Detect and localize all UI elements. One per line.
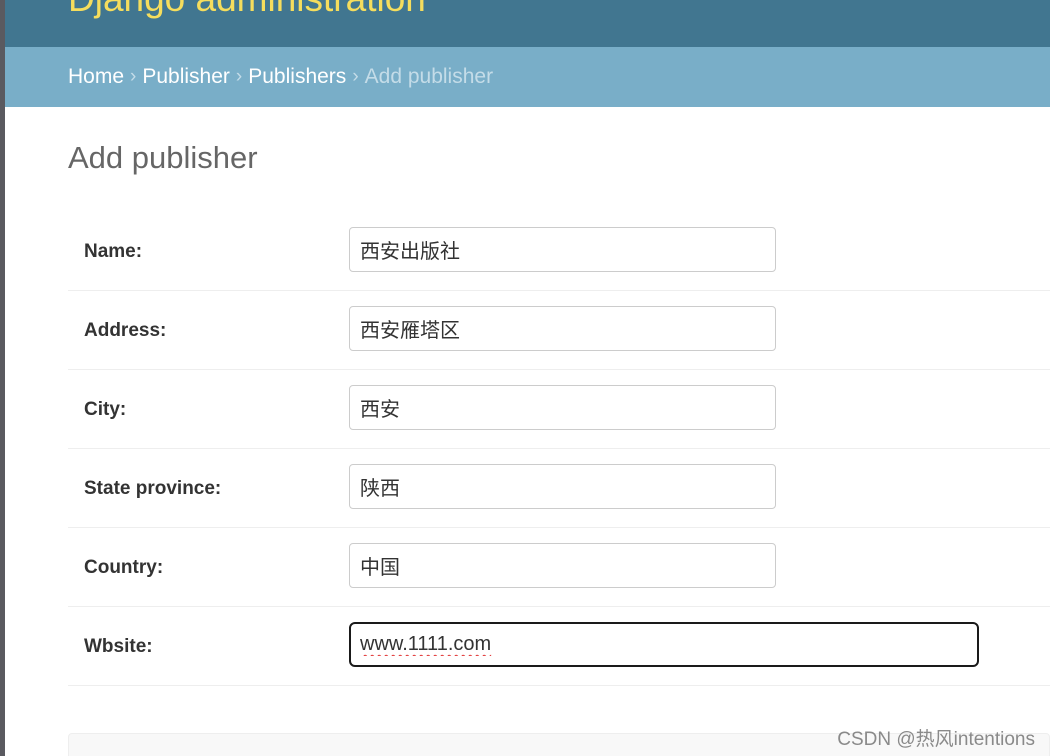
breadcrumb: Home › Publisher › Publishers › Add publ…	[5, 47, 1050, 107]
admin-header: Django administration	[5, 0, 1050, 47]
form-row-name: Name:	[68, 212, 1050, 291]
window-left-edge	[0, 0, 5, 756]
country-field[interactable]	[349, 543, 776, 588]
city-label: City:	[84, 399, 127, 420]
address-label: Address:	[84, 320, 167, 341]
publisher-form: Name: Address: City: State province: Cou…	[68, 212, 1050, 686]
name-label: Name:	[84, 241, 143, 262]
breadcrumb-app-link[interactable]: Publisher	[142, 65, 230, 89]
website-label: Wbsite:	[84, 636, 153, 657]
breadcrumb-separator: ›	[352, 66, 359, 87]
site-branding-title[interactable]: Django administration	[68, 0, 426, 20]
country-label: Country:	[84, 557, 164, 578]
form-row-state-province: State province:	[68, 449, 1050, 528]
breadcrumb-home-link[interactable]: Home	[68, 65, 124, 89]
csdn-watermark: CSDN @热风intentions	[837, 729, 1035, 750]
form-row-city: City:	[68, 370, 1050, 449]
state-province-label: State province:	[84, 478, 222, 499]
website-field[interactable]	[349, 622, 979, 667]
address-field[interactable]	[349, 306, 776, 351]
breadcrumb-current: Add publisher	[364, 65, 494, 88]
name-field[interactable]	[349, 227, 776, 272]
form-row-website: Wbsite:	[68, 607, 1050, 686]
page-title: Add publisher	[68, 140, 258, 175]
admin-page: Django administration Home › Publisher ›…	[0, 0, 1050, 756]
breadcrumb-separator: ›	[235, 66, 243, 87]
state-province-field[interactable]	[349, 464, 776, 509]
form-row-address: Address:	[68, 291, 1050, 370]
city-field[interactable]	[349, 385, 776, 430]
breadcrumb-separator: ›	[130, 66, 137, 87]
form-row-country: Country:	[68, 528, 1050, 607]
breadcrumb-model-link[interactable]: Publishers	[248, 65, 346, 89]
